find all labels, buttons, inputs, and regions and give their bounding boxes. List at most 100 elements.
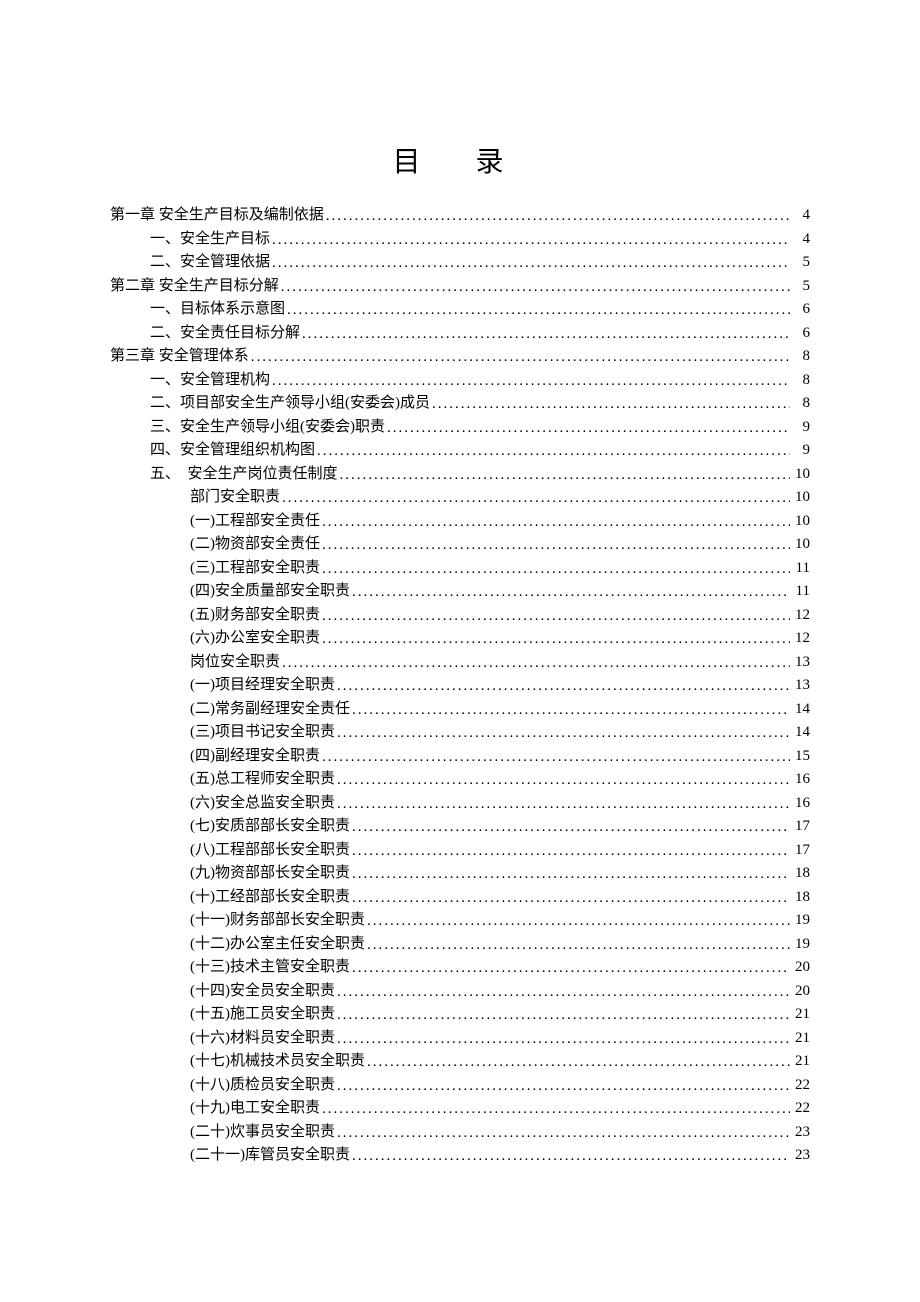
- toc-entry[interactable]: 五、 安全生产岗位责任制度10: [110, 467, 810, 482]
- toc-entry[interactable]: (十九)电工安全职责22: [110, 1101, 810, 1116]
- toc-entry[interactable]: (十六)材料员安全职责21: [110, 1031, 810, 1046]
- toc-entry[interactable]: 第三章 安全管理体系 8: [110, 349, 810, 364]
- toc-entry[interactable]: (二)物资部安全责任10: [110, 537, 810, 552]
- toc-leader: [326, 209, 790, 224]
- toc-entry-page: 22: [792, 1101, 810, 1116]
- toc-entry-label: (八)工程部部长安全职责: [190, 843, 350, 858]
- toc-entry[interactable]: 部门安全职责 10: [110, 490, 810, 505]
- toc-leader: [337, 797, 790, 812]
- toc-entry[interactable]: (七)安质部部长安全职责 17: [110, 819, 810, 834]
- toc-entry[interactable]: (三)工程部安全职责 11: [110, 561, 810, 576]
- toc-entry[interactable]: 第一章 安全生产目标及编制依据4: [110, 208, 810, 223]
- toc-entry-page: 23: [792, 1125, 810, 1140]
- toc-entry-label: 五、 安全生产岗位责任制度: [150, 467, 338, 482]
- toc-entry-label: 部门安全职责: [190, 490, 280, 505]
- toc-leader: [322, 1102, 790, 1117]
- toc-entry[interactable]: 二、安全责任目标分解6: [110, 326, 810, 341]
- toc-entry-page: 13: [792, 678, 810, 693]
- toc-entry-page: 17: [792, 819, 810, 834]
- toc-entry-page: 14: [792, 702, 810, 717]
- toc-leader: [322, 562, 790, 577]
- toc-entry[interactable]: (二)常务副经理安全责任14: [110, 702, 810, 717]
- toc-entry-label: (十二)办公室主任安全职责: [190, 937, 365, 952]
- toc-entry[interactable]: (一)工程部安全责任10: [110, 514, 810, 529]
- toc-entry[interactable]: (十三)技术主管安全职责20: [110, 960, 810, 975]
- toc-leader: [272, 374, 790, 389]
- toc-entry-page: 10: [792, 514, 810, 529]
- toc-entry[interactable]: (十四)安全员安全职责20: [110, 984, 810, 999]
- toc-entry-page: 11: [792, 561, 810, 576]
- toc-leader: [337, 773, 790, 788]
- toc-entry[interactable]: (十二)办公室主任安全职责19: [110, 937, 810, 952]
- toc-entry[interactable]: (四)安全质量部安全职责11: [110, 584, 810, 599]
- toc-leader: [352, 867, 790, 882]
- toc-leader: [337, 1079, 790, 1094]
- toc-entry-page: 8: [792, 349, 810, 364]
- toc-entry[interactable]: 一、安全生产目标 4: [110, 232, 810, 247]
- toc-entry-page: 4: [792, 232, 810, 247]
- toc-leader: [322, 609, 790, 624]
- toc-entry-page: 14: [792, 725, 810, 740]
- toc-entry-label: (三)工程部安全职责: [190, 561, 320, 576]
- toc-entry-label: (三)项目书记安全职责: [190, 725, 335, 740]
- toc-leader: [322, 538, 790, 553]
- toc-leader: [352, 703, 790, 718]
- toc-leader: [352, 891, 790, 906]
- toc-entry[interactable]: 一、安全管理机构8: [110, 373, 810, 388]
- toc-leader: [302, 327, 790, 342]
- toc-entry-label: 第三章 安全管理体系: [110, 349, 249, 364]
- toc-entry[interactable]: 二、项目部安全生产领导小组(安委会)成员8: [110, 396, 810, 411]
- toc-entry[interactable]: (九)物资部部长安全职责18: [110, 866, 810, 881]
- toc-entry-label: (七)安质部部长安全职责: [190, 819, 350, 834]
- toc-entry-page: 22: [792, 1078, 810, 1093]
- toc-entry[interactable]: (十一)财务部部长安全职责19: [110, 913, 810, 928]
- toc-entry[interactable]: (十)工经部部长安全职责18: [110, 890, 810, 905]
- toc-leader: [322, 750, 790, 765]
- toc-leader: [367, 938, 790, 953]
- toc-entry-page: 10: [792, 490, 810, 505]
- toc-entry[interactable]: (五)总工程师安全职责16: [110, 772, 810, 787]
- toc-entry-label: (十五)施工员安全职责: [190, 1007, 335, 1022]
- toc-entry-label: 一、目标体系示意图: [150, 302, 285, 317]
- toc-entry[interactable]: (十八)质检员安全职责22: [110, 1078, 810, 1093]
- page-title: 目 录: [110, 140, 810, 180]
- toc-leader: [352, 961, 790, 976]
- toc-entry-label: 二、安全责任目标分解: [150, 326, 300, 341]
- toc-entry-label: 二、项目部安全生产领导小组(安委会)成员: [150, 396, 430, 411]
- toc-entry-page: 21: [792, 1054, 810, 1069]
- toc-entry-label: (二十)炊事员安全职责: [190, 1125, 335, 1140]
- toc-entry[interactable]: (四)副经理安全职责15: [110, 749, 810, 764]
- toc-entry[interactable]: (一)项目经理安全职责 13: [110, 678, 810, 693]
- toc-entry[interactable]: 三、安全生产领导小组(安委会)职责9: [110, 420, 810, 435]
- toc-entry[interactable]: 第二章 安全生产目标分解5: [110, 279, 810, 294]
- toc-entry[interactable]: 一、目标体系示意图6: [110, 302, 810, 317]
- toc-entry-page: 23: [792, 1148, 810, 1163]
- toc-entry[interactable]: (五)财务部安全职责12: [110, 608, 810, 623]
- toc-entry[interactable]: 四、安全管理组织机构图9: [110, 443, 810, 458]
- toc-entry-page: 20: [792, 984, 810, 999]
- toc-entry[interactable]: (八)工程部部长安全职责17: [110, 843, 810, 858]
- toc-entry[interactable]: (十七)机械技术员安全职责 21: [110, 1054, 810, 1069]
- toc-entry-label: (十)工经部部长安全职责: [190, 890, 350, 905]
- toc-leader: [282, 656, 790, 671]
- toc-entry[interactable]: 二、安全管理依据5: [110, 255, 810, 270]
- table-of-contents: 第一章 安全生产目标及编制依据4 一、安全生产目标 4 二、安全管理依据5 第二章 安全…: [110, 208, 810, 1163]
- toc-leader: [337, 1032, 790, 1047]
- toc-entry-label: (四)安全质量部安全职责: [190, 584, 350, 599]
- toc-entry-label: 一、安全生产目标: [150, 232, 270, 247]
- toc-leader: [432, 397, 790, 412]
- toc-leader: [282, 491, 790, 506]
- toc-entry-label: (一)项目经理安全职责: [190, 678, 335, 693]
- toc-entry-page: 5: [792, 279, 810, 294]
- toc-entry[interactable]: (二十)炊事员安全职责 23: [110, 1125, 810, 1140]
- toc-entry[interactable]: (二十一)库管员安全职责23: [110, 1148, 810, 1163]
- toc-entry-label: (十七)机械技术员安全职责: [190, 1054, 365, 1069]
- toc-entry[interactable]: (十五)施工员安全职责21: [110, 1007, 810, 1022]
- toc-entry[interactable]: (六)办公室安全职责12: [110, 631, 810, 646]
- toc-entry-label: (十三)技术主管安全职责: [190, 960, 350, 975]
- toc-leader: [387, 421, 790, 436]
- toc-entry[interactable]: (六)安全总监安全职责16: [110, 796, 810, 811]
- toc-entry-label: 岗位安全职责: [190, 655, 280, 670]
- toc-entry[interactable]: 岗位安全职责13: [110, 655, 810, 670]
- toc-entry[interactable]: (三)项目书记安全职责 14: [110, 725, 810, 740]
